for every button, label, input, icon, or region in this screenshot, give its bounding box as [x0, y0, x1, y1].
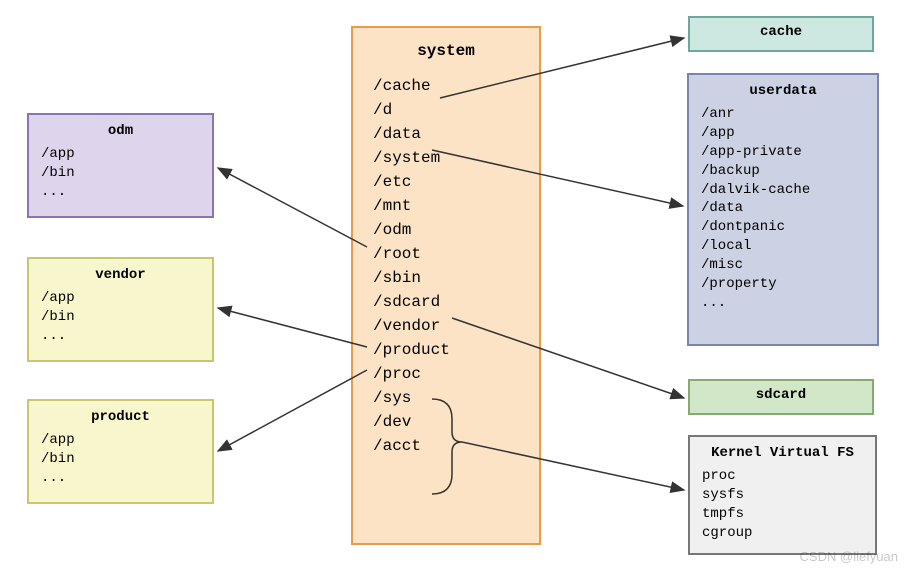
list-item: proc — [702, 467, 863, 486]
list-item: /proc — [373, 362, 519, 386]
list-item: /dontpanic — [701, 218, 865, 237]
list-item: tmpfs — [702, 505, 863, 524]
sdcard-title: sdcard — [696, 387, 866, 403]
product-title: product — [41, 409, 200, 425]
list-item: ... — [41, 327, 200, 346]
list-item: /bin — [41, 450, 200, 469]
list-item: /app — [701, 124, 865, 143]
userdata-box: userdata /anr /app /app-private /backup … — [687, 73, 879, 346]
list-item: /app — [41, 145, 200, 164]
list-item: /bin — [41, 308, 200, 327]
vendor-list: /app /bin ... — [41, 289, 200, 346]
cache-title: cache — [696, 24, 866, 40]
system-box: system /cache /d /data /system /etc /mnt… — [351, 26, 541, 545]
system-list: /cache /d /data /system /etc /mnt /odm /… — [373, 74, 519, 458]
list-item: /system — [373, 146, 519, 170]
list-item: ... — [41, 183, 200, 202]
list-item: /sys — [373, 386, 519, 410]
list-item: /local — [701, 237, 865, 256]
list-item: /odm — [373, 218, 519, 242]
list-item: /cache — [373, 74, 519, 98]
list-item: cgroup — [702, 524, 863, 543]
vendor-box: vendor /app /bin ... — [27, 257, 214, 362]
list-item: ... — [701, 294, 865, 313]
odm-title: odm — [41, 123, 200, 139]
list-item: /sdcard — [373, 290, 519, 314]
kernel-virtual-fs-list: proc sysfs tmpfs cgroup — [702, 467, 863, 543]
system-title: system — [373, 42, 519, 60]
list-item: /anr — [701, 105, 865, 124]
odm-list: /app /bin ... — [41, 145, 200, 202]
list-item: /sbin — [373, 266, 519, 290]
list-item: /root — [373, 242, 519, 266]
list-item: /etc — [373, 170, 519, 194]
list-item: /acct — [373, 434, 519, 458]
list-item: /mnt — [373, 194, 519, 218]
list-item: /vendor — [373, 314, 519, 338]
list-item: /d — [373, 98, 519, 122]
list-item: /property — [701, 275, 865, 294]
product-list: /app /bin ... — [41, 431, 200, 488]
list-item: /app — [41, 431, 200, 450]
odm-box: odm /app /bin ... — [27, 113, 214, 218]
watermark: CSDN @liefyuan — [800, 549, 898, 564]
userdata-list: /anr /app /app-private /backup /dalvik-c… — [701, 105, 865, 313]
list-item: /misc — [701, 256, 865, 275]
kernel-virtual-fs-title: Kernel Virtual FS — [702, 445, 863, 461]
list-item: sysfs — [702, 486, 863, 505]
list-item: /product — [373, 338, 519, 362]
list-item: /bin — [41, 164, 200, 183]
cache-box: cache — [688, 16, 874, 52]
list-item: ... — [41, 469, 200, 488]
product-box: product /app /bin ... — [27, 399, 214, 504]
list-item: /dalvik-cache — [701, 181, 865, 200]
list-item: /app — [41, 289, 200, 308]
userdata-title: userdata — [701, 83, 865, 99]
vendor-title: vendor — [41, 267, 200, 283]
kernel-virtual-fs-box: Kernel Virtual FS proc sysfs tmpfs cgrou… — [688, 435, 877, 555]
sdcard-box: sdcard — [688, 379, 874, 415]
list-item: /dev — [373, 410, 519, 434]
list-item: /data — [701, 199, 865, 218]
list-item: /app-private — [701, 143, 865, 162]
list-item: /data — [373, 122, 519, 146]
list-item: /backup — [701, 162, 865, 181]
